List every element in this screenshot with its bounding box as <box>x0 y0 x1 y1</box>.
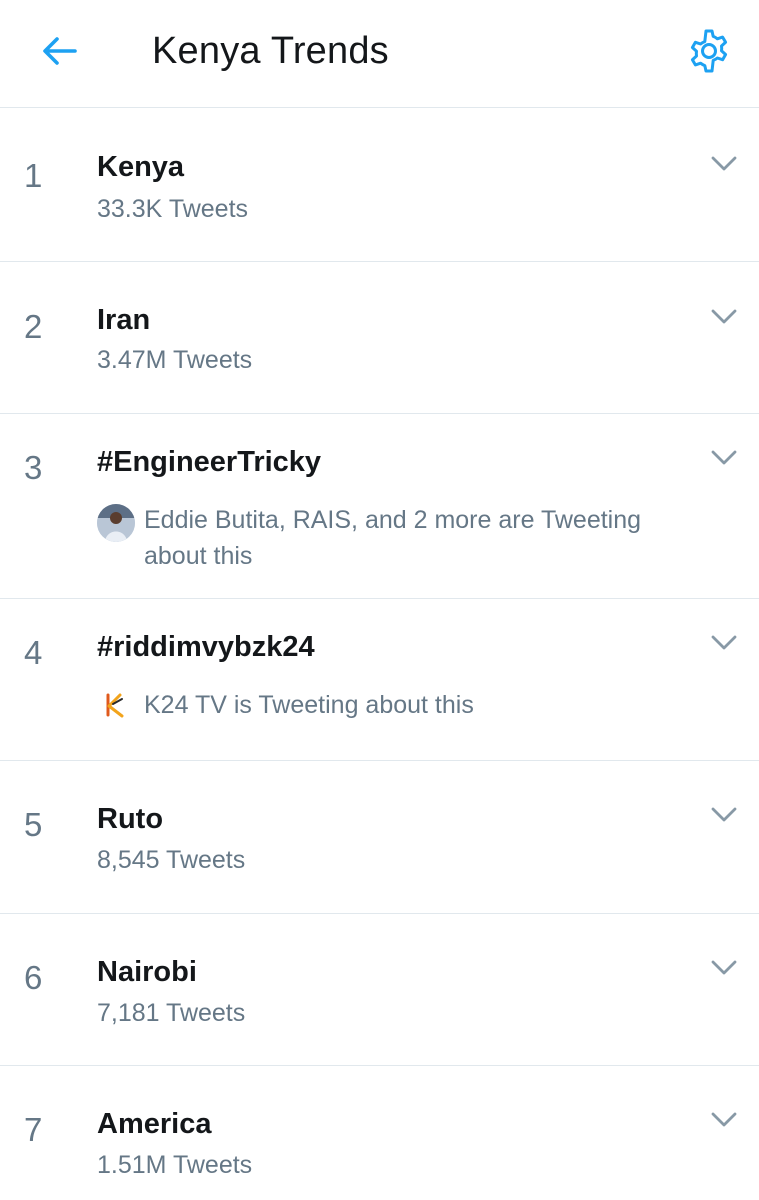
chevron-down-icon <box>711 156 737 171</box>
trend-name: #EngineerTricky <box>97 446 322 478</box>
arrow-left-icon <box>43 37 77 65</box>
trend-rank: 2 <box>24 308 43 345</box>
trend-context: Eddie Butita, RAIS, and 2 more are Tweet… <box>144 506 642 570</box>
trend-item[interactable]: 4 #riddimvybzk24 K24 TV is Tweeting abou… <box>0 599 759 761</box>
trend-menu-button[interactable] <box>704 800 744 830</box>
trend-rank: 4 <box>24 634 43 671</box>
trend-item[interactable]: 1 Kenya 33.3K Tweets <box>0 109 759 262</box>
k24-logo-icon <box>102 691 128 719</box>
trend-name: #riddimvybzk24 <box>97 631 315 663</box>
trend-rank: 7 <box>24 1111 43 1148</box>
settings-button[interactable] <box>682 24 736 78</box>
chevron-down-icon <box>711 1112 737 1127</box>
trend-item[interactable]: 3 #EngineerTricky Eddie Butita, RAIS, an… <box>0 414 759 599</box>
avatar <box>97 504 135 542</box>
chevron-down-icon <box>711 960 737 975</box>
trend-menu-button[interactable] <box>704 302 744 332</box>
trend-rank: 6 <box>24 959 43 996</box>
chevron-down-icon <box>711 807 737 822</box>
page-title: Kenya Trends <box>152 30 389 72</box>
gear-icon <box>690 29 728 73</box>
trend-name: America <box>97 1108 212 1140</box>
trend-menu-button[interactable] <box>704 953 744 983</box>
tweet-count: 1.51M Tweets <box>97 1151 253 1179</box>
trend-menu-button[interactable] <box>704 443 744 473</box>
trend-rank: 1 <box>24 157 43 194</box>
chevron-down-icon <box>711 309 737 324</box>
back-button[interactable] <box>36 28 82 74</box>
chevron-down-icon <box>711 635 737 650</box>
top-bar: Kenya Trends <box>0 0 759 108</box>
trend-context: K24 TV is Tweeting about this <box>144 691 474 719</box>
trend-name: Kenya <box>97 151 185 183</box>
trend-name: Nairobi <box>97 956 197 988</box>
trend-menu-button[interactable] <box>704 1105 744 1135</box>
trend-item[interactable]: 2 Iran 3.47M Tweets <box>0 262 759 414</box>
trend-menu-button[interactable] <box>704 628 744 658</box>
tweet-count: 3.47M Tweets <box>97 346 253 374</box>
trend-rank: 3 <box>24 449 43 486</box>
trend-item[interactable]: 7 America 1.51M Tweets <box>0 1066 759 1200</box>
trend-menu-button[interactable] <box>704 149 744 179</box>
chevron-down-icon <box>711 450 737 465</box>
tweet-count: 33.3K Tweets <box>97 195 249 223</box>
trend-item[interactable]: 5 Ruto 8,545 Tweets <box>0 761 759 914</box>
trend-name: Ruto <box>97 803 164 835</box>
tweet-count: 7,181 Tweets <box>97 999 246 1027</box>
trend-name: Iran <box>97 304 151 336</box>
tweet-count: 8,545 Tweets <box>97 846 246 874</box>
trend-item[interactable]: 6 Nairobi 7,181 Tweets <box>0 914 759 1066</box>
trend-rank: 5 <box>24 806 43 843</box>
